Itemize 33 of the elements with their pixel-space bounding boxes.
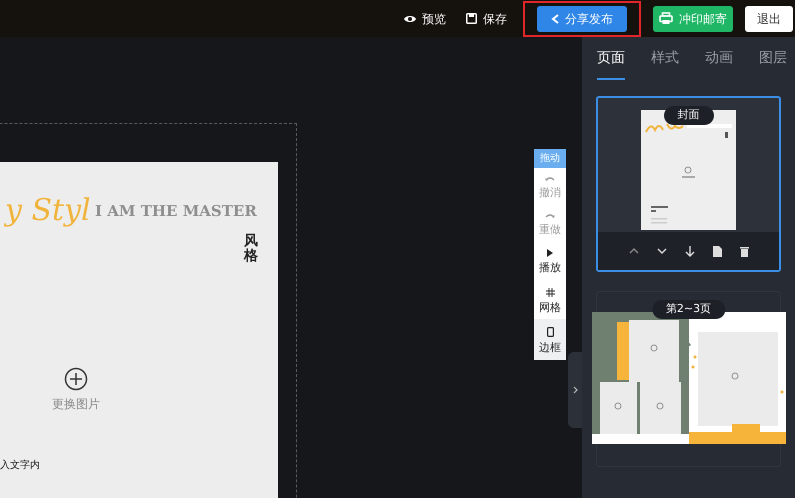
save-icon xyxy=(466,13,477,24)
exit-button[interactable]: 退出 xyxy=(745,6,793,32)
panel-tab[interactable]: 图层 xyxy=(759,37,787,80)
panel-tab[interactable]: 样式 xyxy=(651,37,679,80)
border-tool-button[interactable]: 边框 xyxy=(534,319,566,360)
share-button[interactable]: 分享发布 xyxy=(537,6,627,32)
trash-icon[interactable] xyxy=(740,246,748,256)
share-icon xyxy=(551,14,559,24)
undo-icon xyxy=(545,176,555,182)
script-title: y Styl xyxy=(5,192,91,230)
eye-icon xyxy=(404,14,416,24)
preview-button[interactable]: 预览 xyxy=(400,6,450,32)
chevron-right-icon xyxy=(572,386,578,394)
grid-icon xyxy=(546,288,554,296)
chevron-up-icon[interactable] xyxy=(628,248,638,254)
headline: I AM THE MASTER xyxy=(95,201,257,222)
vertical-title: 风格 xyxy=(244,234,258,265)
play-icon xyxy=(547,249,553,257)
phone-frame-icon xyxy=(546,327,554,337)
printer-icon xyxy=(659,12,673,25)
add-image-icon[interactable] xyxy=(64,367,88,391)
redo-icon xyxy=(545,212,555,218)
panel-tab[interactable]: 页面 xyxy=(597,37,625,80)
copy-icon[interactable] xyxy=(712,246,722,256)
arrow-down-icon[interactable] xyxy=(684,246,694,256)
chevron-down-icon[interactable] xyxy=(656,248,666,254)
text-line: 入文字内 xyxy=(0,458,40,473)
collapse-handle[interactable] xyxy=(568,352,582,428)
page-label: 封面 xyxy=(664,106,714,124)
page-label: 第2~3页 xyxy=(652,300,726,318)
panel-tab[interactable]: 动画 xyxy=(705,37,733,80)
page-card[interactable]: 封面 xyxy=(596,96,781,272)
save-button[interactable]: 保存 xyxy=(462,6,511,32)
